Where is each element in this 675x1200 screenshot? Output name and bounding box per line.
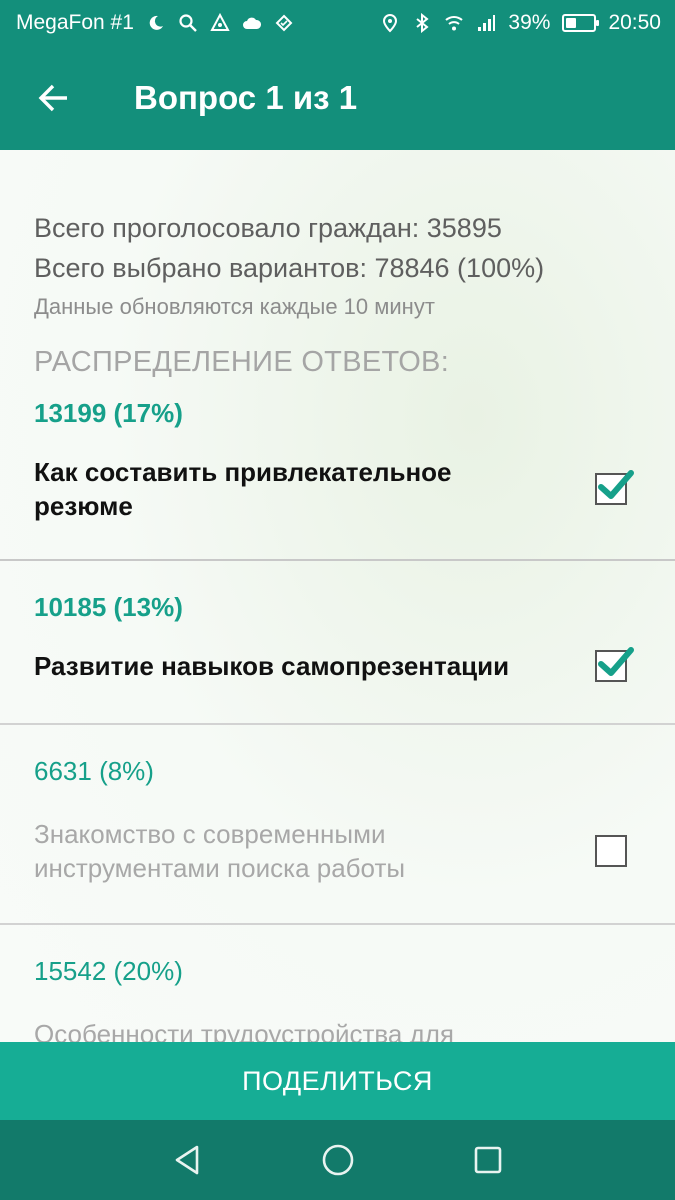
status-right: 39% 20:50 bbox=[380, 11, 661, 35]
answer-item: 15542 (20%) Особенности трудоустройства … bbox=[0, 925, 675, 1042]
back-button[interactable] bbox=[24, 68, 84, 128]
answer-label: Развитие навыков самопрезентации bbox=[34, 651, 510, 681]
cloud-icon bbox=[242, 13, 262, 33]
battery-fill bbox=[566, 18, 577, 28]
selected-options-text: Всего выбрано вариантов: 78846 (100%) bbox=[34, 253, 545, 283]
recents-square-icon bbox=[474, 1146, 501, 1174]
diamond-icon bbox=[274, 13, 294, 33]
moon-icon bbox=[146, 13, 166, 33]
answer-count: 13199 (17%) bbox=[34, 398, 183, 428]
distribution-title: РАСПРЕДЕЛЕНИЕ ОТВЕТОВ: bbox=[34, 346, 450, 378]
answer-row: Развитие навыков самопрезентации bbox=[34, 623, 641, 723]
answer-row: Знакомство с современными инструментами … bbox=[34, 787, 641, 923]
checkmark-icon bbox=[598, 470, 634, 499]
arrow-left-icon bbox=[38, 84, 67, 112]
location-icon bbox=[380, 13, 400, 33]
answer-row: Как составить привлекательное резюме bbox=[34, 429, 641, 559]
results-content[interactable]: Всего проголосовало граждан: 35895 Всего… bbox=[0, 150, 675, 1042]
answer-row: Особенности трудоустройства для bbox=[34, 987, 641, 1042]
answer-item: 10185 (13%) Развитие навыков самопрезент… bbox=[0, 561, 675, 725]
answer-count: 10185 (13%) bbox=[34, 592, 183, 622]
nav-back-button[interactable] bbox=[163, 1135, 213, 1185]
answer-item: 13199 (17%) Как составить привлекательно… bbox=[0, 379, 675, 561]
app-bar: Вопрос 1 из 1 bbox=[0, 46, 675, 150]
summary: Всего проголосовало граждан: 35895 Всего… bbox=[0, 150, 675, 379]
update-note: Данные обновляются каждые 10 минут bbox=[34, 294, 435, 319]
answer-checkbox[interactable] bbox=[595, 470, 634, 505]
answer-count: 15542 (20%) bbox=[34, 956, 183, 986]
answer-label: Особенности трудоустройства для bbox=[34, 1019, 455, 1042]
share-button[interactable]: ПОДЕЛИТЬСЯ bbox=[0, 1042, 675, 1120]
battery-icon bbox=[562, 14, 600, 32]
page-title: Вопрос 1 из 1 bbox=[134, 79, 358, 116]
checkmark-icon bbox=[598, 647, 634, 676]
answer-label: Как составить привлекательное резюме bbox=[34, 457, 452, 521]
carrier-name: MegaFon #1 bbox=[16, 11, 134, 34]
answer-checkbox[interactable] bbox=[595, 647, 634, 682]
wifi-icon bbox=[444, 13, 464, 33]
nav-recents-button[interactable] bbox=[463, 1135, 513, 1185]
home-circle-icon bbox=[322, 1144, 353, 1176]
system-nav-bar bbox=[0, 1120, 675, 1200]
answer-label: Знакомство с современными инструментами … bbox=[34, 819, 406, 883]
clock: 20:50 bbox=[608, 11, 661, 34]
battery-percent: 39% bbox=[508, 11, 551, 34]
voted-citizens-text: Всего проголосовало граждан: 35895 bbox=[34, 213, 502, 243]
nav-home-button[interactable] bbox=[313, 1135, 363, 1185]
triangle-icon bbox=[210, 13, 230, 33]
answer-count: 6631 (8%) bbox=[34, 756, 154, 786]
status-left: MegaFon #1 bbox=[16, 11, 294, 35]
signal-icon bbox=[476, 13, 496, 33]
bluetooth-icon bbox=[412, 13, 432, 33]
status-bar: MegaFon #1 39% 20:50 bbox=[0, 0, 675, 46]
answer-checkbox[interactable] bbox=[595, 835, 627, 867]
back-triangle-icon bbox=[175, 1145, 198, 1175]
answer-item: 6631 (8%) Знакомство с современными инст… bbox=[0, 725, 675, 925]
search-icon bbox=[178, 13, 198, 33]
